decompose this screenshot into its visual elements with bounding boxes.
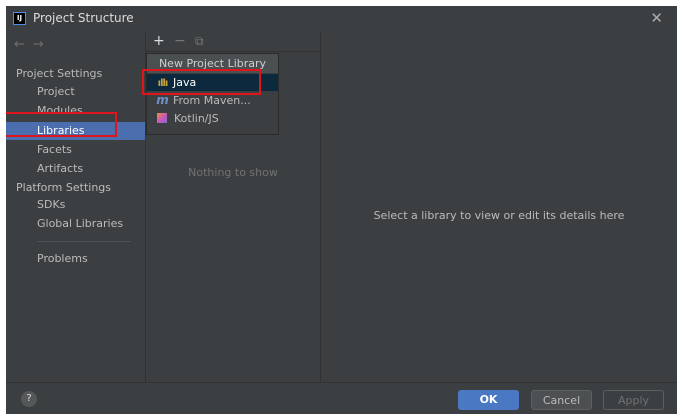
- popup-item-java[interactable]: ıllı Java: [147, 74, 278, 91]
- intellij-logo-icon: IJ: [13, 12, 26, 25]
- help-icon[interactable]: ?: [21, 391, 37, 407]
- sidebar-item-problems[interactable]: Problems: [6, 250, 145, 268]
- close-icon[interactable]: ✕: [650, 9, 663, 27]
- sidebar-item-sdks[interactable]: SDKs: [6, 196, 145, 214]
- project-structure-dialog: IJ Project Structure ✕ ←→ Project Settin…: [6, 6, 677, 414]
- popup-item-label: Kotlin/JS: [174, 112, 219, 125]
- java-library-icon: ıllı: [157, 78, 169, 89]
- kotlin-icon: [157, 113, 167, 123]
- title-bar: IJ Project Structure ✕: [6, 6, 677, 32]
- sidebar: ←→ Project Settings Project Modules Libr…: [6, 32, 146, 382]
- sidebar-divider: [37, 241, 131, 242]
- button-bar: ? OK Cancel Apply: [6, 382, 677, 414]
- sidebar-item-artifacts[interactable]: Artifacts: [6, 160, 145, 178]
- cancel-button[interactable]: Cancel: [531, 390, 592, 410]
- ok-button[interactable]: OK: [458, 390, 519, 410]
- popup-title: New Project Library: [147, 54, 278, 73]
- nav-arrows: ←→: [14, 37, 52, 52]
- empty-list-text: Nothing to show: [188, 166, 278, 179]
- sidebar-item-facets[interactable]: Facets: [6, 141, 145, 159]
- section-platform-settings: Platform Settings: [16, 181, 112, 194]
- new-library-popup: New Project Library ıllı Java m From Maven…: [146, 53, 279, 135]
- window-title: Project Structure: [33, 11, 134, 25]
- back-arrow-icon[interactable]: ←: [14, 37, 33, 52]
- apply-button[interactable]: Apply: [603, 390, 664, 410]
- sidebar-item-modules[interactable]: Modules: [6, 102, 145, 120]
- details-placeholder: Select a library to view or edit its det…: [373, 209, 625, 222]
- library-toolbar: + − ⧉: [146, 32, 320, 52]
- popup-item-kotlin-js[interactable]: Kotlin/JS: [147, 110, 278, 127]
- remove-icon[interactable]: −: [174, 33, 186, 49]
- popup-item-maven[interactable]: m From Maven...: [147, 92, 278, 109]
- section-project-settings: Project Settings: [16, 67, 103, 80]
- maven-icon: m: [156, 93, 169, 107]
- sidebar-item-libraries[interactable]: Libraries: [6, 122, 145, 140]
- forward-arrow-icon[interactable]: →: [33, 37, 52, 52]
- details-panel: Select a library to view or edit its det…: [321, 32, 677, 382]
- add-icon[interactable]: +: [153, 33, 165, 49]
- popup-item-label: Java: [173, 76, 197, 89]
- sidebar-item-project[interactable]: Project: [6, 83, 145, 101]
- sidebar-item-global-libraries[interactable]: Global Libraries: [6, 215, 145, 233]
- copy-icon[interactable]: ⧉: [195, 33, 204, 49]
- popup-item-label: From Maven...: [173, 94, 251, 107]
